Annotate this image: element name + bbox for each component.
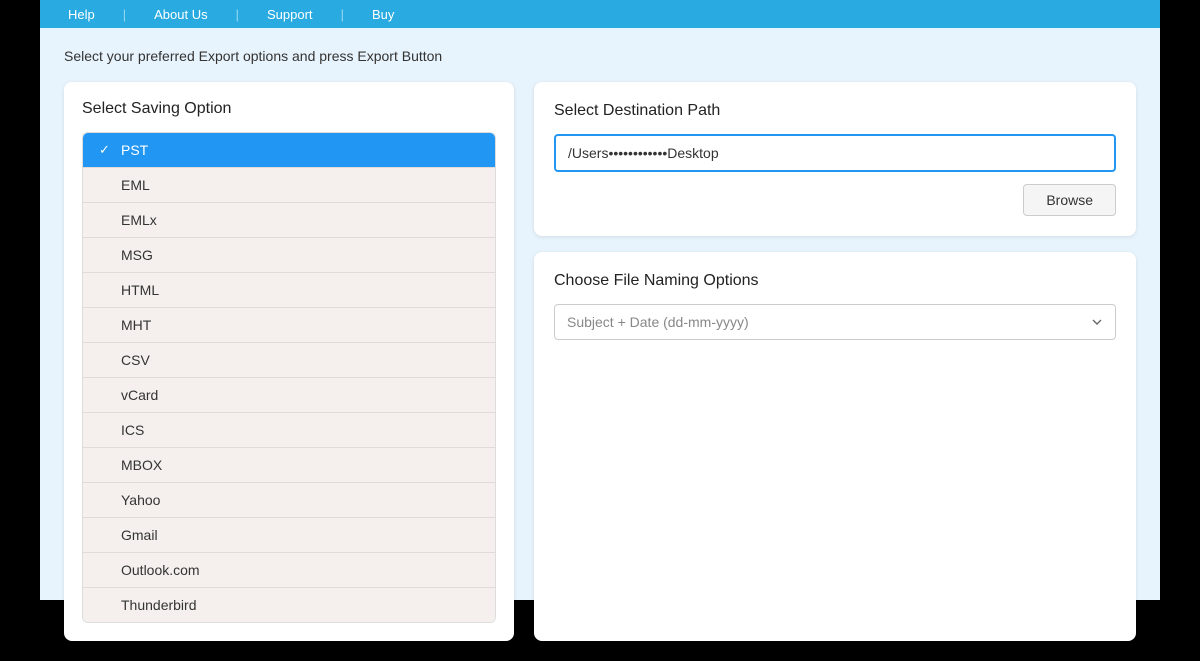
saving-option-item-outlook[interactable]: Outlook.com	[83, 553, 495, 588]
option-label-csv: CSV	[121, 352, 150, 368]
option-label-pst: PST	[121, 142, 148, 158]
nav-support[interactable]: Support	[259, 3, 321, 26]
saving-option-item-yahoo[interactable]: Yahoo	[83, 483, 495, 518]
option-label-thunderbird: Thunderbird	[121, 597, 197, 613]
saving-option-item-msg[interactable]: MSG	[83, 238, 495, 273]
saving-option-item-vcard[interactable]: vCard	[83, 378, 495, 413]
destination-title: Select Destination Path	[554, 102, 1116, 120]
saving-option-item-ics[interactable]: ICS	[83, 413, 495, 448]
saving-option-item-emlx[interactable]: EMLx	[83, 203, 495, 238]
nav-about[interactable]: About Us	[146, 3, 215, 26]
destination-path-input[interactable]	[554, 134, 1116, 172]
file-naming-select[interactable]: Subject + Date (dd-mm-yyyy)Subject onlyD…	[554, 304, 1116, 340]
panels-row: Select Saving Option ✓ PST EML EMLx MSG HTML M…	[64, 82, 1136, 641]
browse-button[interactable]: Browse	[1023, 184, 1116, 216]
option-label-html: HTML	[121, 282, 159, 298]
option-label-emlx: EMLx	[121, 212, 157, 228]
saving-option-item-thunderbird[interactable]: Thunderbird	[83, 588, 495, 622]
instruction-text: Select your preferred Export options and…	[64, 48, 1136, 64]
option-label-mbox: MBOX	[121, 457, 162, 473]
left-panel: Select Saving Option ✓ PST EML EMLx MSG HTML M…	[64, 82, 514, 641]
saving-option-item-gmail[interactable]: Gmail	[83, 518, 495, 553]
top-nav: Help | About Us | Support | Buy	[40, 0, 1160, 28]
saving-option-list: ✓ PST EML EMLx MSG HTML MHT CSV vCard ICS MBOX Yaho…	[82, 132, 496, 623]
option-label-msg: MSG	[121, 247, 153, 263]
saving-option-item-pst[interactable]: ✓ PST	[83, 133, 495, 168]
file-naming-panel: Choose File Naming Options Subject + Dat…	[534, 252, 1136, 641]
option-label-eml: EML	[121, 177, 150, 193]
saving-option-item-mbox[interactable]: MBOX	[83, 448, 495, 483]
saving-option-item-eml[interactable]: EML	[83, 168, 495, 203]
option-label-mht: MHT	[121, 317, 151, 333]
right-column: Select Destination Path Browse Choose Fi…	[534, 82, 1136, 641]
option-label-outlook: Outlook.com	[121, 562, 200, 578]
option-label-gmail: Gmail	[121, 527, 158, 543]
option-label-ics: ICS	[121, 422, 144, 438]
saving-option-item-mht[interactable]: MHT	[83, 308, 495, 343]
nav-help[interactable]: Help	[60, 3, 103, 26]
browse-row: Browse	[554, 184, 1116, 216]
option-label-vcard: vCard	[121, 387, 158, 403]
file-naming-title: Choose File Naming Options	[554, 272, 1116, 290]
destination-path-panel: Select Destination Path Browse	[534, 82, 1136, 236]
nav-buy[interactable]: Buy	[364, 3, 402, 26]
saving-option-title: Select Saving Option	[82, 100, 496, 118]
check-mark-pst: ✓	[99, 142, 113, 158]
saving-option-item-csv[interactable]: CSV	[83, 343, 495, 378]
saving-option-item-html[interactable]: HTML	[83, 273, 495, 308]
destination-input-wrapper	[554, 134, 1116, 172]
option-label-yahoo: Yahoo	[121, 492, 160, 508]
